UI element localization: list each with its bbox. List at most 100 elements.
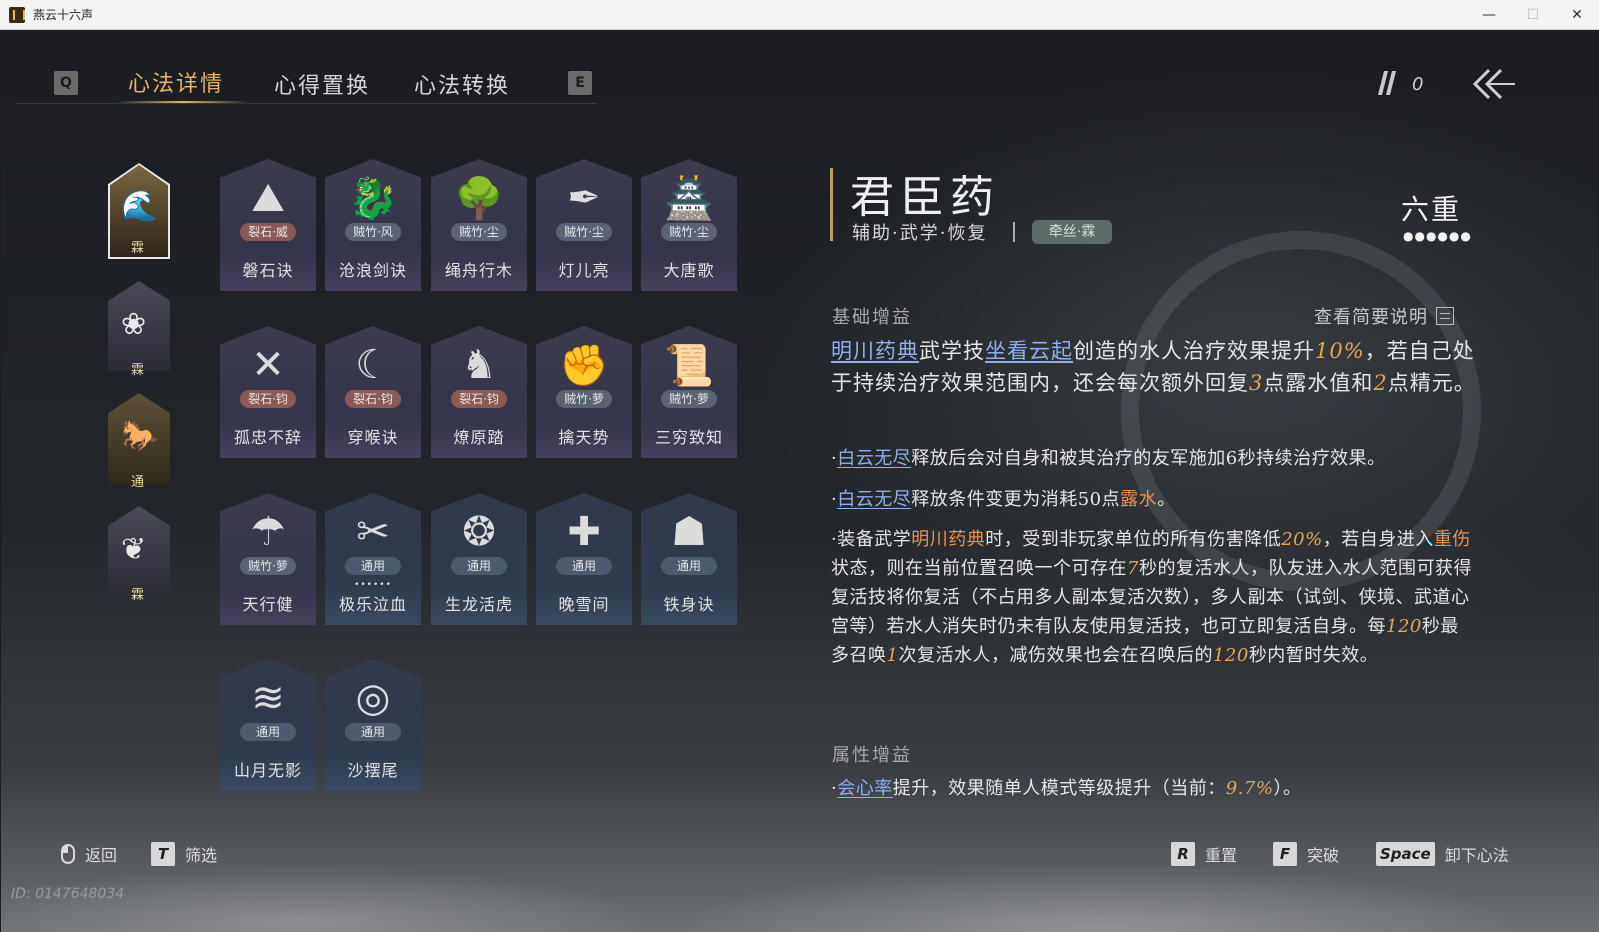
highlight-text: 2 [1373, 371, 1388, 395]
bonus-line-2: ·白云无尽释放条件变更为消耗50点露水。 [831, 485, 1476, 514]
description-text: 武学技 [919, 339, 985, 363]
maximize-button[interactable]: ☐ [1511, 0, 1555, 30]
skill-card[interactable]: ♞ 裂石·钧 燎原踏 [431, 326, 527, 458]
skill-name: 铁身诀 [663, 595, 715, 614]
skill-school-tag: 牵丝·霖 [1032, 220, 1112, 244]
view-brief-button[interactable]: 查看简要说明 [1314, 303, 1454, 329]
skill-school-badge: 通用 [345, 557, 401, 575]
highlight-text: 露水 [1120, 489, 1158, 510]
window-controls: — ☐ ✕ [1467, 0, 1599, 30]
description-text: 次复活水人，减伤效果也会在召唤后的 [898, 645, 1213, 666]
back-control[interactable]: 返回 [61, 842, 117, 866]
side-tab-general[interactable]: 🐎 通 [108, 393, 170, 490]
back-label: 返回 [85, 846, 118, 865]
tab-mental-convert[interactable]: 心法转换 [414, 68, 510, 100]
skill-school-badge: 贼竹·尘 [451, 223, 507, 241]
skill-card[interactable]: 🐉 贼竹·风 沧浪剑诀 [325, 159, 421, 291]
description-text: 提升，效果随单人模式等级提升（当前： [892, 778, 1226, 799]
skill-icon: 🏯 [664, 176, 714, 222]
description-text: ）。 [1273, 778, 1302, 799]
skill-name: 灯儿亮 [558, 261, 610, 280]
skill-school-badge: 裂石·钧 [451, 390, 507, 408]
description-text: 释放后会对自身和被其治疗的友军施加6秒持续治疗效果。 [911, 448, 1386, 469]
skill-card[interactable]: ✕ 裂石·钧 孤忠不辞 [220, 326, 316, 458]
skill-school-badge: 通用 [661, 557, 717, 575]
feather-icon [1376, 71, 1398, 97]
reset-key: R [1171, 842, 1195, 866]
filter-control[interactable]: T 筛选 [151, 842, 217, 866]
side-tab-healing-3[interactable]: ❦ 霖 [108, 506, 170, 603]
skill-school-badge: 通用 [451, 557, 507, 575]
back-arrow-button[interactable] [1471, 64, 1517, 104]
unload-control[interactable]: Space 卸下心法 [1376, 842, 1509, 866]
keyword-link[interactable]: 白云无尽 [837, 448, 911, 469]
skill-card[interactable]: 🏯 贼竹·尘 大唐歌 [641, 159, 737, 291]
skill-name: 沙摆尾 [347, 761, 399, 780]
skill-name: 磐石诀 [242, 261, 294, 280]
skill-card[interactable]: ☂ 贼竹·萝 天行健 [220, 493, 316, 625]
skill-icon: ♞ [461, 342, 497, 388]
wave-icon: 🌊 [121, 189, 159, 224]
skill-name: 孤忠不辞 [233, 428, 302, 447]
skill-icon: ✚ [567, 509, 601, 555]
skill-card[interactable]: ✒ 贼竹·尘 灯儿亮 [536, 159, 632, 291]
unload-label: 卸下心法 [1444, 846, 1509, 865]
minimize-button[interactable]: — [1467, 0, 1511, 30]
keyword-link[interactable]: 明川药典 [831, 339, 919, 363]
view-brief-label: 查看简要说明 [1314, 307, 1428, 328]
side-tab-label: 霖 [131, 363, 145, 378]
skill-card[interactable]: ❂ 通用 生龙活虎 [431, 493, 527, 625]
next-tab-key[interactable]: E [568, 71, 592, 95]
close-button[interactable]: ✕ [1555, 0, 1599, 30]
window-title: 燕云十六声 [33, 8, 94, 22]
description-text: 释放条件变更为消耗50点 [911, 489, 1121, 510]
basic-bonus-heading: 基础增益 [832, 307, 912, 328]
skill-school-badge: 通用 [556, 557, 612, 575]
reset-control[interactable]: R 重置 [1171, 842, 1237, 866]
skill-school-badge: 通用 [345, 723, 401, 741]
side-tab-healing-1[interactable]: 🌊 霖 [108, 163, 170, 259]
tab-mental-detail[interactable]: 心法详情 [128, 66, 224, 98]
skill-name: 天行健 [242, 595, 294, 614]
skill-card[interactable]: ≋ 通用 山月无影 [220, 659, 316, 791]
window-titlebar: 燕云十六声 — ☐ ✕ [0, 0, 1599, 30]
main-description: 明川药典武学技坐看云起创造的水人治疗效果提升10%，若自己处于持续治疗效果范围内… [831, 335, 1476, 399]
mouse-right-click-icon [61, 844, 75, 864]
skill-icon: ◎ [355, 675, 391, 721]
side-tab-label: 霖 [131, 588, 145, 603]
skill-card[interactable]: ☗ 通用 铁身诀 [641, 493, 737, 625]
tab-divider [17, 103, 597, 104]
skill-icon: ☂ [250, 509, 286, 555]
player-id: ID: 0147648034 [11, 886, 125, 902]
skill-card[interactable]: 📜 贼竹·萝 三穷致知 [641, 326, 737, 458]
skill-card[interactable]: ✊ 贼竹·萝 擒天势 [536, 326, 632, 458]
keyword-link[interactable]: 坐看云起 [985, 339, 1073, 363]
prev-tab-key[interactable]: Q [54, 71, 78, 95]
skill-name: 山月无影 [233, 761, 302, 780]
highlight-text: 1 [886, 645, 899, 666]
skill-icon: ≋ [251, 675, 285, 721]
skill-card[interactable]: ☾ 裂石·钧 穿喉诀 [325, 326, 421, 458]
skill-card[interactable]: ✂ 通用 •••••• 极乐泣血 [325, 493, 421, 625]
skill-name: 大唐歌 [663, 261, 715, 280]
tab-insight-swap[interactable]: 心得置换 [274, 68, 370, 100]
horse-icon: 🐎 [121, 419, 159, 454]
breakthrough-control[interactable]: F 突破 [1273, 842, 1339, 866]
subtitle-separator [1013, 222, 1015, 242]
description-text: ，若自身进入 [1322, 529, 1434, 550]
skill-card[interactable]: ⛰ 裂石·威 磐石诀 [220, 159, 316, 291]
bonus-line-3: ·装备武学明川药典时，受到非玩家单位的所有伤害降低20%，若自身进入重伤状态，则… [831, 525, 1476, 670]
filter-key: T [151, 842, 175, 866]
highlight-text: 20% [1281, 529, 1323, 550]
highlight-text: 重伤 [1433, 529, 1471, 550]
skill-name: 生龙活虎 [444, 595, 513, 614]
keyword-link[interactable]: 白云无尽 [837, 489, 911, 510]
skill-card[interactable]: ◎ 通用沙摆尾 [325, 659, 421, 791]
skill-card[interactable]: 🌳 贼竹·尘 绳舟行木 [431, 159, 527, 291]
skill-icon: 📜 [664, 343, 714, 389]
list-icon [1436, 307, 1454, 325]
skill-card[interactable]: ✚ 通用 晚雪间 [536, 493, 632, 625]
side-tab-healing-2[interactable]: ❀ 霖 [108, 281, 170, 378]
keyword-link[interactable]: 会心率 [837, 778, 893, 799]
skill-name: 沧浪剑诀 [338, 261, 407, 280]
